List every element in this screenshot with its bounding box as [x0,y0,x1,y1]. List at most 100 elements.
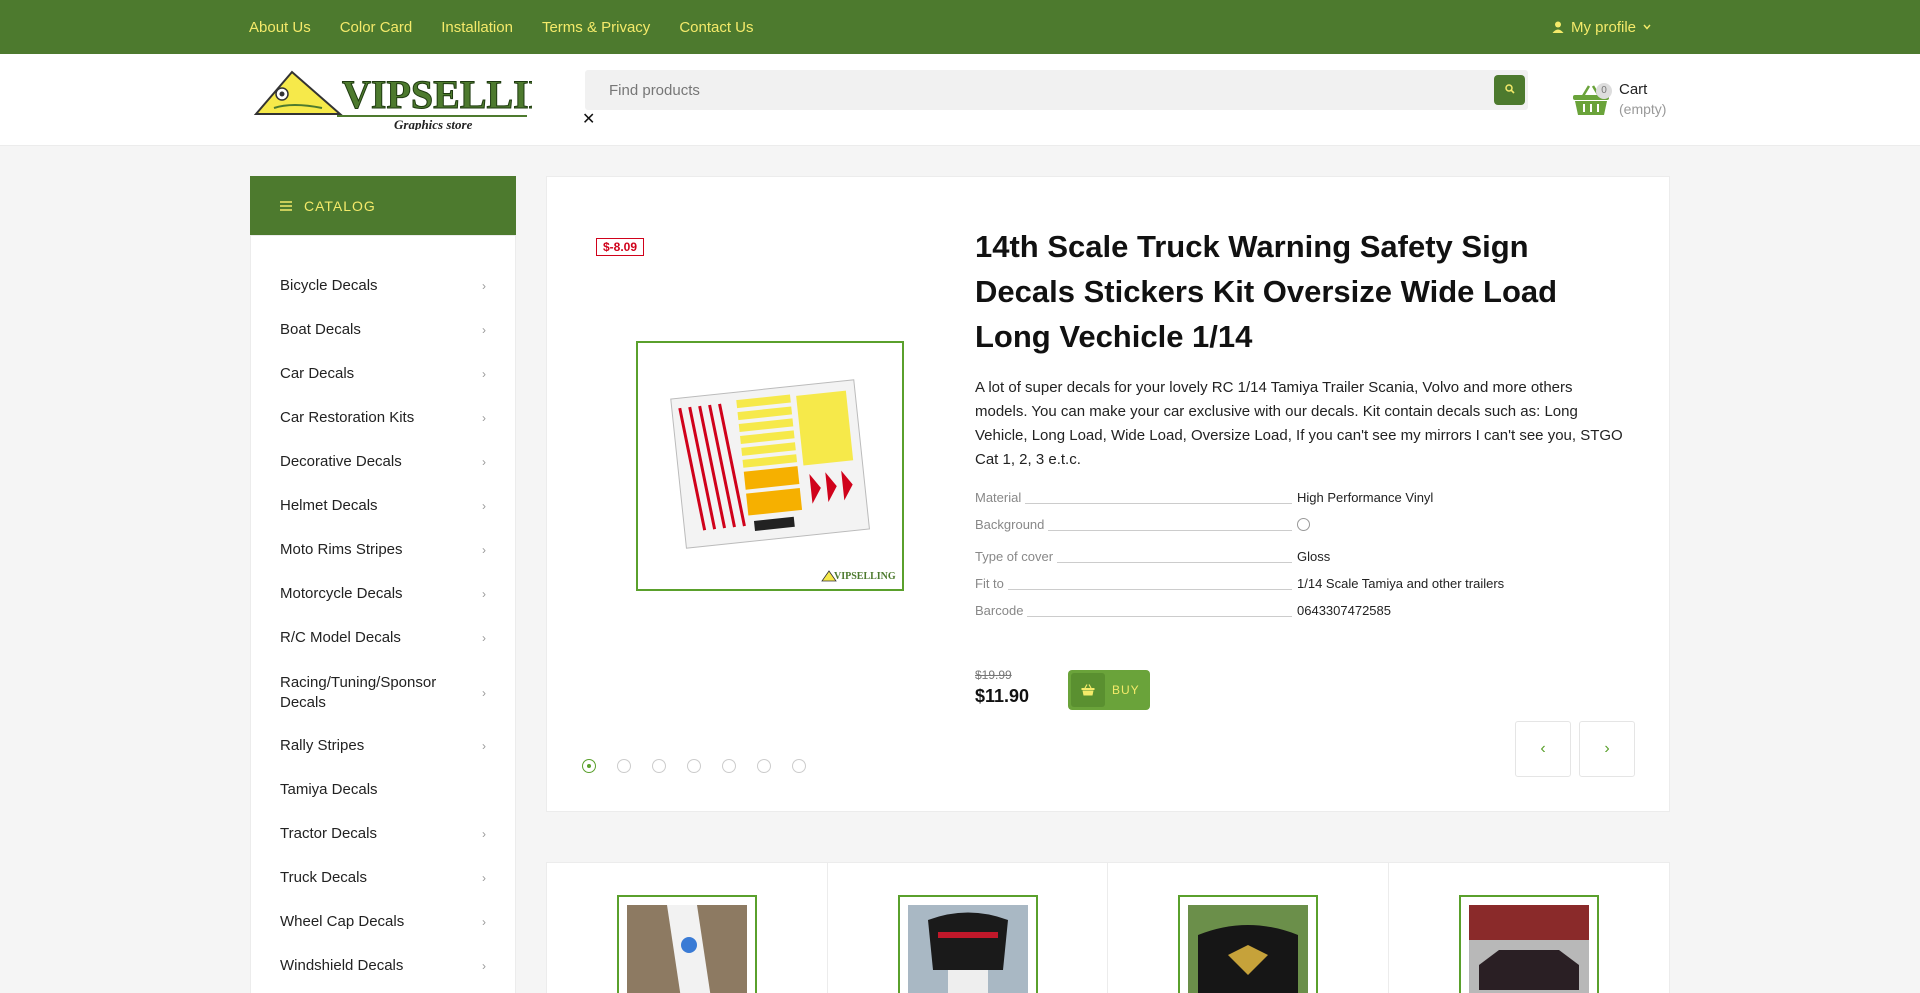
sidebar-item[interactable]: Racing/Tuning/Sponsor Decals › [280,673,486,713]
site-logo[interactable]: VIPSELLING Graphics store [252,68,589,132]
nav-installation[interactable]: Installation [441,19,513,36]
car-hood-decal-image [1188,905,1308,993]
sidebar-item-label: Tractor Decals [280,825,377,842]
logo-text: VIPSELLING [342,72,532,117]
chevron-left-icon: ‹ [1540,740,1546,757]
chevron-right-icon: › [482,322,486,337]
sidebar-item[interactable]: Tamiya Decals [280,781,486,798]
sidebar-item[interactable]: Wheel Cap Decals › [280,913,486,930]
chevron-right-icon: › [1604,740,1610,757]
nav-color-card[interactable]: Color Card [340,19,413,36]
decal-sheet-image: VIPSELLING [670,379,896,582]
user-icon [1552,21,1564,33]
spec-label: Type of cover [975,549,1058,564]
chevron-right-icon: › [482,454,486,469]
cart-count-badge: 0 [1596,83,1612,99]
sidebar-item-label: Windshield Decals [280,957,404,974]
cart-label[interactable]: Cart [1619,81,1647,98]
gallery-dot[interactable] [582,759,596,773]
spec-label: Barcode [975,603,1028,618]
my-profile-menu[interactable]: My profile [1552,0,1651,54]
catalog-title: CATALOG [304,197,376,214]
gallery-dot[interactable] [722,759,736,773]
close-icon[interactable]: ✕ [582,109,595,129]
sidebar-item-label: Car Decals [280,365,355,382]
boat-motor-image [907,905,1028,993]
sidebar-item[interactable]: Bicycle Decals › [280,277,486,294]
buy-label: BUY [1112,683,1140,697]
chevron-right-icon: › [482,366,486,381]
gallery-dot[interactable] [687,759,701,773]
sidebar-item[interactable]: Moto Rims Stripes › [280,541,486,558]
sidebar-item[interactable]: Truck Decals › [280,869,486,886]
gallery-dot[interactable] [757,759,771,773]
search-icon [1504,81,1515,99]
chevron-right-icon: › [482,958,486,973]
related-product-card[interactable] [828,863,1108,993]
sidebar-item-label: Helmet Decals [280,497,378,514]
sidebar-item[interactable]: Decorative Decals › [280,453,486,470]
search-input[interactable] [585,70,1465,110]
chevron-right-icon: › [482,826,486,841]
related-products [546,862,1670,993]
nav-terms-privacy[interactable]: Terms & Privacy [542,19,650,36]
buy-button[interactable]: BUY [1068,670,1150,710]
sidebar-item[interactable]: Motorcycle Decals › [280,585,486,602]
sidebar-item[interactable]: Boat Decals › [280,321,486,338]
sidebar-item-label: Motorcycle Decals [280,585,403,602]
spec-row: Barcode 0643307472585 [975,603,1575,623]
sidebar-item[interactable]: Car Decals › [280,365,486,382]
old-price: $19.99 [975,668,1012,682]
basket-icon [1071,673,1105,707]
spec-row: Type of cover Gloss [975,549,1575,569]
sidebar-item-label: Bicycle Decals [280,277,378,294]
discount-badge: $-8.09 [596,238,645,256]
chevron-right-icon: › [482,630,486,645]
sidebar-item[interactable]: Windshield Decals › [280,957,486,974]
related-product-image[interactable] [897,895,1038,993]
my-profile-label: My profile [1571,18,1637,36]
product-description: A lot of super decals for your lovely RC… [975,379,1623,468]
gallery-dot[interactable] [617,759,631,773]
nav-contact-us[interactable]: Contact Us [679,19,753,36]
bicycle-frame-image [627,905,747,993]
search-bar [585,70,1528,110]
search-button[interactable] [1494,75,1525,105]
chevron-right-icon: › [482,498,486,513]
chevron-right-icon: › [482,686,486,700]
gallery-dot[interactable] [652,759,666,773]
sidebar-item-label: Tamiya Decals [280,781,378,798]
related-product-card[interactable] [1108,863,1389,993]
sidebar-item[interactable]: Tractor Decals › [280,825,486,842]
chevron-right-icon: › [482,410,486,425]
nav-about-us[interactable]: About Us [249,19,311,36]
previous-product-button[interactable]: ‹ [1515,721,1571,777]
spec-value: 0643307472585 [1297,603,1391,618]
related-product-image[interactable] [1178,895,1318,993]
spec-row: Fit to 1/14 Scale Tamiya and other trail… [975,576,1575,596]
gallery-dots [582,759,806,773]
spec-row: Material High Performance Vinyl [975,490,1575,510]
next-product-button[interactable]: › [1579,721,1635,777]
related-product-image[interactable] [617,895,757,993]
spec-label: Material [975,490,1026,505]
car-storefront-image [1468,905,1589,993]
sidebar-item[interactable]: R/C Model Decals › [280,629,486,646]
sidebar-item[interactable]: Rally Stripes › [280,737,486,754]
related-product-card[interactable] [1389,863,1670,993]
product-image[interactable]: VIPSELLING [636,341,904,591]
sidebar-item[interactable]: Car Restoration Kits › [280,409,486,426]
chevron-right-icon: › [482,586,486,601]
chevron-right-icon: › [482,278,486,293]
top-nav: About Us Color Card Installation Terms &… [249,0,754,54]
chevron-right-icon: › [482,870,486,885]
spec-label: Background [975,517,1049,532]
sidebar-item[interactable]: Helmet Decals › [280,497,486,514]
sidebar-item-label: Racing/Tuning/Sponsor Decals [280,674,437,711]
related-product-image[interactable] [1458,895,1599,993]
related-product-card[interactable] [547,863,828,993]
background-color-swatch[interactable] [1297,518,1310,531]
chevron-right-icon: › [482,542,486,557]
gallery-dot[interactable] [792,759,806,773]
catalog-header[interactable]: CATALOG [250,176,516,235]
